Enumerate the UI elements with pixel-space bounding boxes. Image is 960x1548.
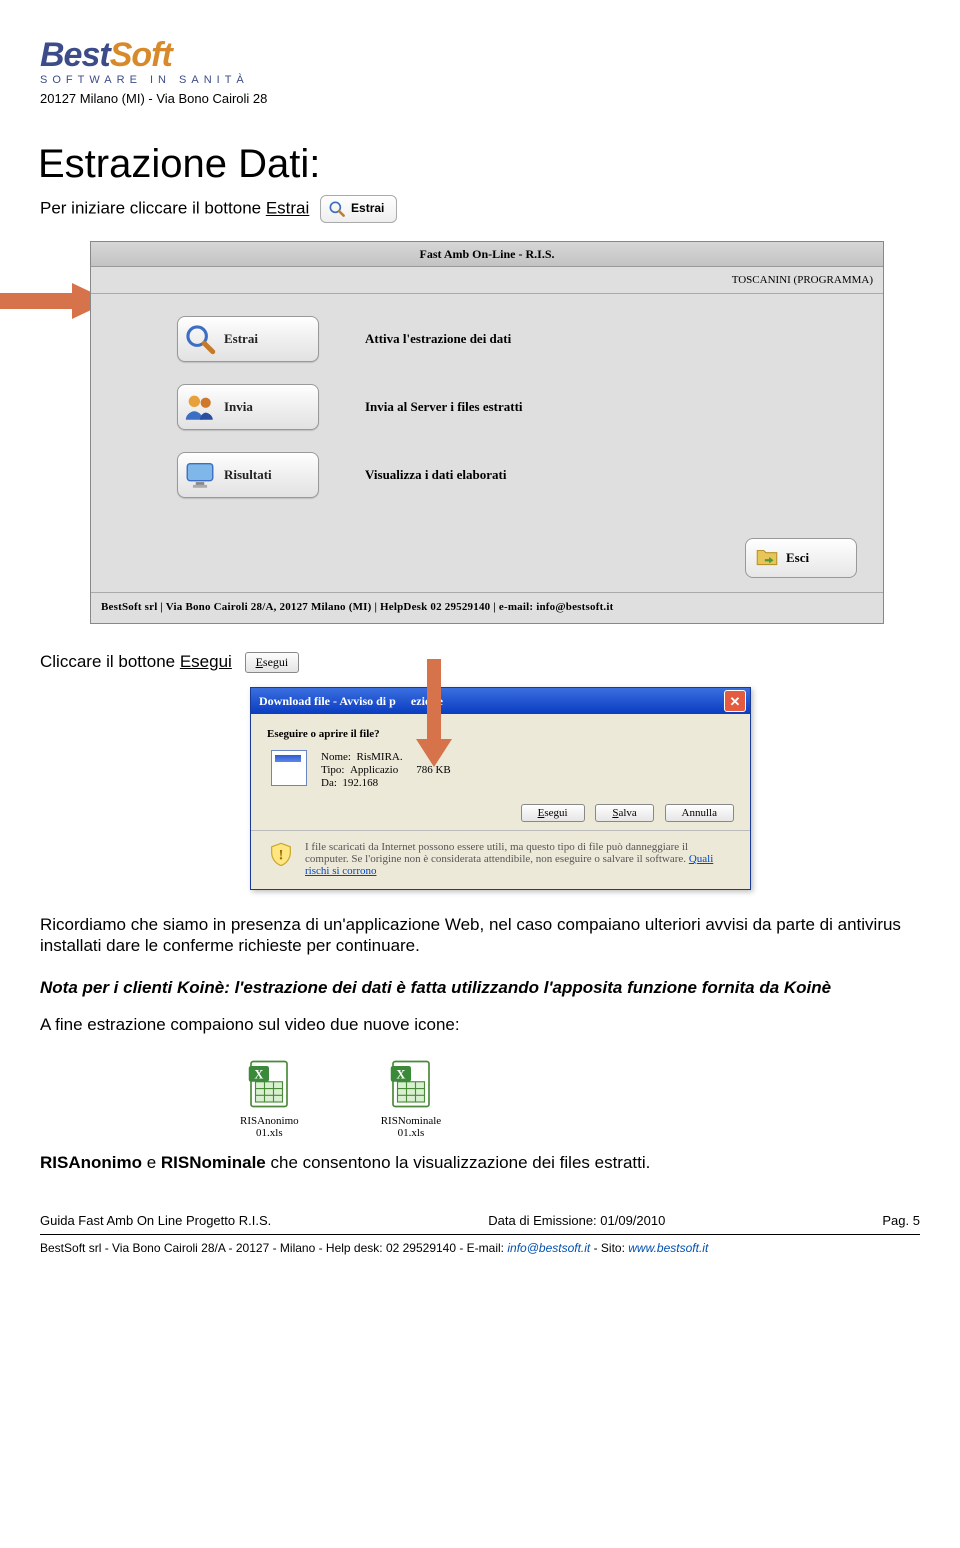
estrai-inline-label: Estrai (351, 201, 384, 215)
svg-text:X: X (255, 1068, 264, 1082)
app-footer: BestSoft srl | Via Bono Cairoli 28/A, 20… (91, 592, 883, 623)
estrai-inline-button[interactable]: Estrai (320, 195, 397, 223)
invia-label: Invia (224, 399, 253, 415)
page-title: Estrazione Dati: (38, 142, 920, 187)
risultati-desc: Visualizza i dati elaborati (365, 467, 506, 483)
svg-text:X: X (396, 1068, 405, 1082)
logo-block: BestSoft SOFTWARE IN SANITÀ 20127 Milano… (40, 38, 920, 106)
estrai-desc: Attiva l'estrazione dei dati (365, 331, 511, 347)
xls-icons-row: X RISAnonimo 01.xls X RISNominale 01.xls (240, 1057, 920, 1139)
closing-line: RISAnonimo e RISNominale che consentono … (40, 1153, 920, 1173)
excel-file-icon: X (384, 1057, 438, 1111)
dialog-question: Eseguire o aprire il file? (267, 728, 734, 740)
svg-text:!: ! (278, 847, 283, 864)
dialog-titlebar: Download file - Avviso di protezione ✕ (251, 688, 750, 714)
closing-b: RISNominale (161, 1153, 266, 1172)
folder-exit-icon (752, 544, 780, 572)
app-titlebar: Fast Amb On-Line - R.I.S. (91, 242, 883, 267)
logo-text-a: Best (40, 38, 110, 72)
esegui-link: Esegui (180, 652, 232, 671)
download-dialog: Download file - Avviso di protezione ✕ E… (250, 687, 751, 890)
excel-file-icon: X (242, 1057, 296, 1111)
paragraph-2: A fine estrazione compaiono sul video du… (40, 1014, 920, 1035)
second-line: Cliccare il bottone Esegui Esegui (40, 652, 920, 673)
app-user-label: TOSCANINI (PROGRAMMA) (91, 267, 883, 294)
intro-link: Estrai (266, 199, 309, 218)
second-pre: Cliccare il bottone (40, 652, 180, 671)
search-icon (182, 321, 218, 357)
esci-button[interactable]: Esci (745, 538, 857, 578)
risultati-button[interactable]: Risultati (177, 452, 319, 498)
dialog-title-a: Download file - Avviso di p (259, 694, 396, 708)
risultati-label: Risultati (224, 467, 272, 483)
people-icon (182, 389, 218, 425)
intro-pre: Per iniziare cliccare il bottone (40, 199, 266, 218)
xls-label-a2: 01.xls (240, 1127, 299, 1139)
esegui-inline-button[interactable]: Esegui (245, 652, 300, 673)
annulla-button[interactable]: Annulla (665, 804, 734, 822)
footer-email: info@bestsoft.it (507, 1241, 590, 1255)
xls-label-b2: 01.xls (381, 1127, 442, 1139)
arrow-down-indicator (416, 659, 452, 769)
close-icon[interactable]: ✕ (724, 690, 746, 712)
invia-button[interactable]: Invia (177, 384, 319, 430)
xls-label-b1: RISNominale (381, 1115, 442, 1127)
footer-left: Guida Fast Amb On Line Progetto R.I.S. (40, 1213, 271, 1228)
salva-button[interactable]: Salva (595, 804, 653, 822)
xls-icon-nominale[interactable]: X RISNominale 01.xls (381, 1057, 442, 1139)
note-koine: Nota per i clienti Koinè: l'estrazione d… (40, 977, 920, 998)
esegui-button[interactable]: Esegui (521, 804, 585, 822)
search-icon (327, 199, 347, 219)
page-footer: Guida Fast Amb On Line Progetto R.I.S. D… (40, 1213, 920, 1255)
xls-icon-anonimo[interactable]: X RISAnonimo 01.xls (240, 1057, 299, 1139)
esci-label: Esci (786, 550, 809, 566)
company-address: 20127 Milano (MI) - Via Bono Cairoli 28 (40, 91, 920, 106)
app-window: Fast Amb On-Line - R.I.S. TOSCANINI (PRO… (90, 241, 884, 624)
file-icon (271, 750, 307, 786)
footer-right: Pag. 5 (882, 1213, 920, 1228)
estrai-button[interactable]: Estrai (177, 316, 319, 362)
logo-tagline: SOFTWARE IN SANITÀ (40, 74, 920, 87)
xls-label-a1: RISAnonimo (240, 1115, 299, 1127)
monitor-icon (182, 457, 218, 493)
logo-text-b: Soft (110, 38, 172, 72)
closing-a: RISAnonimo (40, 1153, 142, 1172)
invia-desc: Invia al Server i files estratti (365, 399, 523, 415)
estrai-label: Estrai (224, 331, 258, 347)
shield-warning-icon: ! (267, 841, 295, 869)
footer-line2: BestSoft srl - Via Bono Cairoli 28/A - 2… (40, 1241, 920, 1255)
paragraph-1: Ricordiamo che siamo in presenza di un'a… (40, 914, 920, 957)
footer-center: Data di Emissione: 01/09/2010 (488, 1213, 665, 1228)
footer-site: www.bestsoft.it (628, 1241, 708, 1255)
intro-line: Per iniziare cliccare il bottone Estrai … (40, 195, 920, 223)
dialog-warning: ! I file scaricati da Internet possono e… (267, 841, 734, 877)
